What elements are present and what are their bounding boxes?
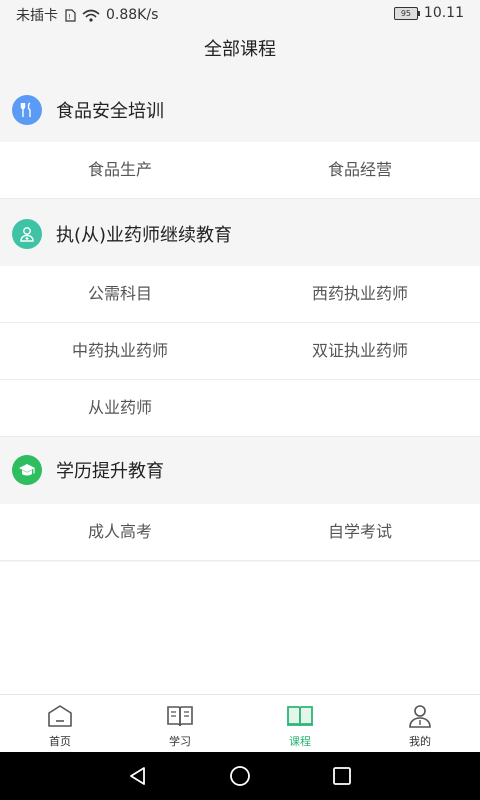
fork-knife-icon: [12, 95, 42, 125]
nav-label: 我的: [409, 735, 431, 748]
status-bar: 未插卡 ! 0.88K/s 95 10.11: [0, 0, 480, 28]
course-book-icon: [287, 706, 313, 727]
nav-item-courses[interactable]: 课程: [240, 695, 360, 753]
profile-icon: [409, 705, 431, 728]
course-item-food-business[interactable]: 食品经营: [240, 142, 480, 198]
course-row: 成人高考 自学考试: [0, 504, 480, 561]
status-left: 未插卡 ! 0.88K/s: [16, 5, 158, 25]
sim-status: 未插卡: [16, 8, 58, 24]
course-item-assistant-pharmacist[interactable]: 从业药师: [0, 380, 240, 436]
bottom-nav: 首页 学习 课程 我的: [0, 694, 480, 753]
open-book-icon: [167, 706, 193, 727]
course-item-food-production[interactable]: 食品生产: [0, 142, 240, 198]
pharmacist-icon: [12, 219, 42, 249]
course-row: 公需科目 西药执业药师: [0, 266, 480, 323]
course-item-self-study-exam[interactable]: 自学考试: [240, 504, 480, 560]
svg-text:!: !: [68, 13, 71, 21]
course-item-dual-pharmacist[interactable]: 双证执业药师: [240, 323, 480, 379]
nav-item-home[interactable]: 首页: [0, 695, 120, 753]
course-item-adult-college-exam[interactable]: 成人高考: [0, 504, 240, 560]
course-item-western-pharmacist[interactable]: 西药执业药师: [240, 266, 480, 322]
system-nav-bar: [0, 752, 480, 800]
recents-icon[interactable]: [330, 764, 354, 788]
section-header-food-safety: 食品安全培训: [0, 78, 480, 142]
back-icon[interactable]: [126, 764, 150, 788]
nav-item-study[interactable]: 学习: [120, 695, 240, 753]
course-row: 从业药师: [0, 380, 480, 437]
course-item-tcm-pharmacist[interactable]: 中药执业药师: [0, 323, 240, 379]
section-title: 食品安全培训: [56, 101, 164, 122]
page-title-bar: 全部课程: [0, 28, 480, 76]
course-item-public-required[interactable]: 公需科目: [0, 266, 240, 322]
nav-label: 学习: [169, 735, 191, 748]
nav-label: 首页: [49, 735, 71, 748]
graduation-cap-icon: [12, 455, 42, 485]
section-title: 学历提升教育: [56, 461, 164, 482]
status-right: 95 10.11: [393, 5, 464, 21]
section-header-education: 学历提升教育: [0, 438, 480, 502]
clock: 10.11: [423, 5, 464, 21]
home-icon: [48, 705, 72, 727]
section-title: 执(从)业药师继续教育: [56, 225, 233, 246]
course-row: 食品生产 食品经营: [0, 142, 480, 199]
course-row: 中药执业药师 双证执业药师: [0, 323, 480, 380]
page-title: 全部课程: [204, 39, 276, 60]
battery-icon: 95: [393, 6, 420, 20]
nav-item-profile[interactable]: 我的: [360, 695, 480, 753]
network-speed: 0.88K/s: [106, 7, 159, 23]
empty-content-area: [0, 562, 480, 694]
sim-card-icon: !: [65, 8, 76, 22]
home-circle-icon[interactable]: [228, 764, 252, 788]
wifi-icon: [82, 9, 100, 22]
nav-label: 课程: [289, 735, 311, 748]
section-header-pharmacist: 执(从)业药师继续教育: [0, 202, 480, 266]
